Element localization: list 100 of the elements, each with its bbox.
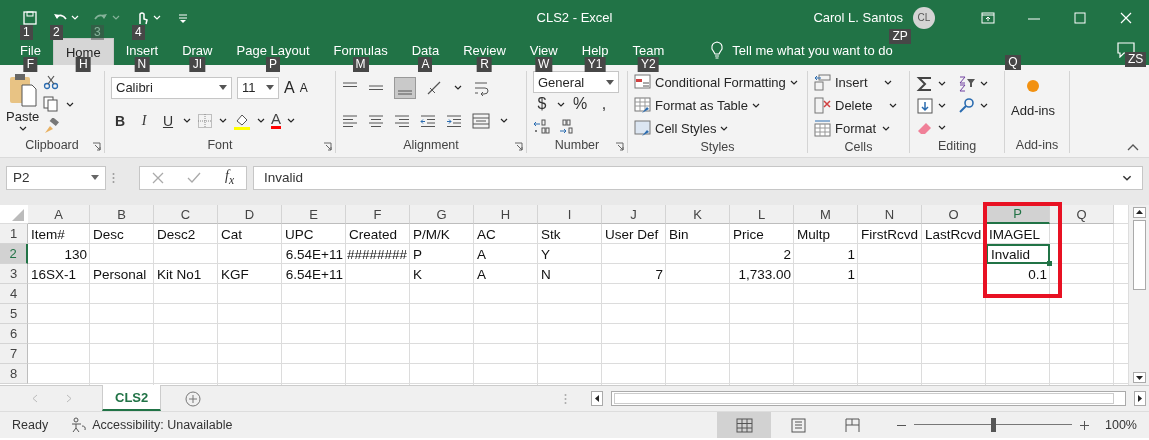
close-icon[interactable] xyxy=(1119,11,1133,24)
caret-icon[interactable] xyxy=(980,81,988,86)
table-cell[interactable]: FirstRcvd xyxy=(858,224,922,244)
dialog-launcher-icon[interactable] xyxy=(92,142,101,151)
table-cell[interactable]: Invalid xyxy=(986,244,1050,264)
caret-icon[interactable] xyxy=(183,118,191,123)
table-cell[interactable]: Bin xyxy=(666,224,730,244)
column-header[interactable]: B xyxy=(90,205,154,224)
scroll-down-icon[interactable] xyxy=(1132,372,1146,383)
caret-icon[interactable] xyxy=(500,118,508,123)
underline-button[interactable]: U xyxy=(159,112,177,129)
table-cell[interactable]: Kit No1 xyxy=(154,264,218,284)
table-cell[interactable]: 1 xyxy=(794,264,858,284)
dialog-launcher-icon[interactable] xyxy=(323,142,332,151)
table-cell[interactable]: K xyxy=(410,264,474,284)
font-color-button[interactable]: A xyxy=(271,112,281,129)
align-right-icon[interactable] xyxy=(394,112,410,129)
dialog-launcher-icon[interactable] xyxy=(514,142,523,151)
cell-styles-button[interactable]: Cell Styles xyxy=(634,117,798,140)
align-left-icon[interactable] xyxy=(342,112,358,129)
table-cell[interactable]: ######## xyxy=(346,244,410,264)
fill-down-icon[interactable] xyxy=(916,96,934,115)
sum-icon[interactable] xyxy=(916,74,934,93)
insert-button[interactable]: Insert xyxy=(814,71,897,94)
grow-font-button[interactable]: A xyxy=(284,78,295,97)
dialog-launcher-icon[interactable] xyxy=(615,142,624,151)
delete-button[interactable]: Delete xyxy=(814,94,897,117)
caret-icon[interactable] xyxy=(66,101,75,107)
table-cell[interactable]: 16SX-1 xyxy=(28,264,90,284)
table-cell[interactable]: KGF xyxy=(218,264,282,284)
conditional-formatting-button[interactable]: Conditional Formatting xyxy=(634,71,798,94)
scroll-up-icon[interactable] xyxy=(1132,207,1146,218)
table-cell[interactable]: Price xyxy=(730,224,794,244)
copy-icon[interactable] xyxy=(43,96,60,112)
ribbon-display-icon[interactable] xyxy=(981,11,995,24)
caret-icon[interactable] xyxy=(287,118,295,123)
font-size-field[interactable]: 11 xyxy=(237,76,279,99)
caret-icon[interactable] xyxy=(938,125,946,130)
collapse-ribbon-icon[interactable] xyxy=(1127,144,1139,151)
table-cell[interactable]: 7 xyxy=(602,264,666,284)
currency-button[interactable]: $ xyxy=(533,95,551,113)
table-cell[interactable]: Multp xyxy=(794,224,858,244)
caret-icon[interactable] xyxy=(219,118,227,123)
table-cell[interactable]: AC xyxy=(474,224,538,244)
scrollbar-thumb[interactable] xyxy=(614,393,1114,404)
row-header[interactable]: 5 xyxy=(0,304,28,324)
insert-function-button[interactable]: f$_{x}$ xyxy=(225,168,235,187)
paste-button[interactable]: Paste xyxy=(6,71,40,137)
column-header[interactable]: L xyxy=(730,205,794,224)
format-button[interactable]: Format xyxy=(814,117,897,140)
table-cell[interactable]: UPC xyxy=(282,224,346,244)
scrollbar-thumb[interactable] xyxy=(1132,220,1146,290)
fill-handle-icon[interactable] xyxy=(1047,261,1052,266)
table-cell[interactable]: P/M/K xyxy=(410,224,474,244)
maximize-icon[interactable] xyxy=(1073,11,1087,24)
number-format-field[interactable]: General xyxy=(533,71,619,93)
table-cell[interactable]: Cat xyxy=(218,224,282,244)
table-cell[interactable]: Item# xyxy=(28,224,90,244)
increase-indent-icon[interactable] xyxy=(446,112,462,129)
table-cell[interactable]: Created xyxy=(346,224,410,244)
zoom-level[interactable]: 100% xyxy=(1105,418,1137,432)
row-header[interactable]: 1 xyxy=(0,224,28,244)
column-header[interactable]: H xyxy=(474,205,538,224)
accessibility-icon[interactable] xyxy=(70,417,89,433)
scissors-icon[interactable] xyxy=(43,74,60,90)
merge-center-icon[interactable] xyxy=(472,112,490,129)
sheet-tab[interactable]: CLS2 xyxy=(102,385,162,411)
table-cell[interactable]: 0.1 xyxy=(986,264,1050,284)
scroll-left-icon[interactable] xyxy=(591,391,603,406)
table-cell[interactable]: LastRcvd xyxy=(922,224,986,244)
percent-button[interactable]: % xyxy=(571,95,589,113)
table-cell[interactable]: User Def xyxy=(602,224,666,244)
expand-icon[interactable] xyxy=(1122,174,1132,181)
table-cell[interactable]: Desc2 xyxy=(154,224,218,244)
table-cell[interactable]: 1,733.00 xyxy=(730,264,794,284)
caret-icon[interactable] xyxy=(938,81,946,86)
column-header[interactable]: M xyxy=(794,205,858,224)
table-cell[interactable]: Desc xyxy=(90,224,154,244)
format-painter-icon[interactable] xyxy=(43,118,60,134)
sort-filter-icon[interactable] xyxy=(958,74,976,93)
new-sheet-icon[interactable] xyxy=(185,390,202,407)
table-cell[interactable]: IMAGEL xyxy=(986,224,1050,244)
table-cell[interactable]: 1 xyxy=(794,244,858,264)
table-cell[interactable]: N xyxy=(538,264,602,284)
bottom-align-icon[interactable] xyxy=(394,76,416,99)
column-header[interactable]: O xyxy=(922,205,986,224)
column-header[interactable]: G xyxy=(410,205,474,224)
column-header[interactable]: E xyxy=(282,205,346,224)
search-field[interactable]: Tell me what you want to do xyxy=(732,42,893,58)
caret-icon[interactable] xyxy=(257,118,265,123)
row-header[interactable]: 2 xyxy=(0,244,28,264)
table-cell[interactable]: Stk xyxy=(538,224,602,244)
shrink-font-button[interactable]: A xyxy=(299,80,308,95)
normal-view-button[interactable] xyxy=(717,412,771,438)
column-header[interactable]: A xyxy=(28,205,90,224)
column-header[interactable]: F xyxy=(346,205,410,224)
find-icon[interactable] xyxy=(958,96,976,115)
decrease-indent-icon[interactable] xyxy=(420,112,436,129)
table-cell[interactable]: A xyxy=(474,264,538,284)
bold-button[interactable]: B xyxy=(111,112,129,129)
